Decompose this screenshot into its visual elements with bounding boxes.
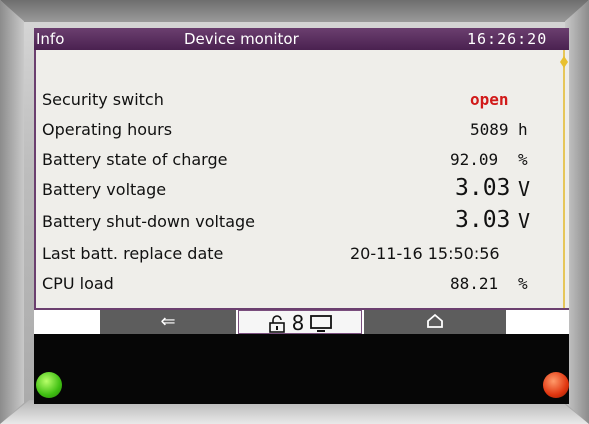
clock: 16:26:20: [467, 30, 548, 48]
header-bar: Info Device monitor 16:26:20: [34, 28, 569, 50]
home-icon: [426, 311, 444, 332]
monitor-list: Security switch open Operating hours 508…: [34, 50, 569, 308]
row-security-switch: Security switch open: [42, 84, 562, 112]
scrollbar[interactable]: [563, 50, 565, 308]
battery-voltage-unit: V: [518, 177, 531, 201]
user-icon: 8: [291, 311, 305, 334]
row-label: Battery state of charge: [42, 150, 228, 169]
unlock-icon: [268, 314, 292, 334]
row-label: Last batt. replace date: [42, 244, 224, 263]
shutdown-voltage-value: 3.03: [455, 207, 511, 233]
home-button[interactable]: [364, 310, 506, 334]
row-label: Battery shut-down voltage: [42, 212, 256, 231]
operating-hours-value: 5089: [470, 120, 509, 139]
monitor-icon: [310, 314, 332, 334]
battery-charge-unit: %: [518, 150, 528, 169]
battery-voltage-value: 3.03: [455, 175, 511, 201]
red-led-indicator: [543, 372, 569, 398]
battery-charge-value: 92.09: [450, 150, 499, 169]
cpu-load-unit: %: [518, 274, 528, 293]
shutdown-voltage-unit: V: [518, 209, 531, 233]
row-label: Battery voltage: [42, 180, 167, 199]
navigation-bar: ⇐ 8: [34, 308, 569, 334]
row-cpu-load: CPU load 88.21 %: [42, 268, 562, 296]
row-label: Security switch: [42, 90, 164, 109]
row-label: Operating hours: [42, 120, 173, 139]
page-title: Device monitor: [184, 30, 299, 48]
device-lower-panel: [34, 334, 569, 404]
row-battery-charge: Battery state of charge 92.09 %: [42, 144, 562, 172]
back-arrow-icon: ⇐: [160, 311, 176, 332]
bezel-top-face: [0, 0, 589, 22]
info-label[interactable]: Info: [36, 29, 64, 49]
bezel-left-face: [0, 0, 24, 424]
row-battery-voltage: Battery voltage 3.03 V: [42, 174, 562, 202]
operating-hours-unit: h: [518, 120, 528, 139]
cpu-load-value: 88.21: [450, 274, 499, 293]
display-screen: Info Device monitor 16:26:20 Security sw…: [34, 28, 569, 334]
row-last-replace-date: Last batt. replace date 20-11-16 15:50:5…: [42, 238, 562, 266]
device-info-button[interactable]: 8: [238, 310, 362, 334]
row-operating-hours: Operating hours 5089 h: [42, 114, 562, 142]
security-switch-value: open: [470, 90, 509, 109]
green-led-indicator: [36, 372, 62, 398]
row-battery-shutdown-voltage: Battery shut-down voltage 3.03 V: [42, 206, 562, 234]
row-label: CPU load: [42, 274, 114, 293]
last-replace-date-value: 20-11-16 15:50:56: [350, 244, 500, 263]
back-button[interactable]: ⇐: [100, 310, 236, 334]
